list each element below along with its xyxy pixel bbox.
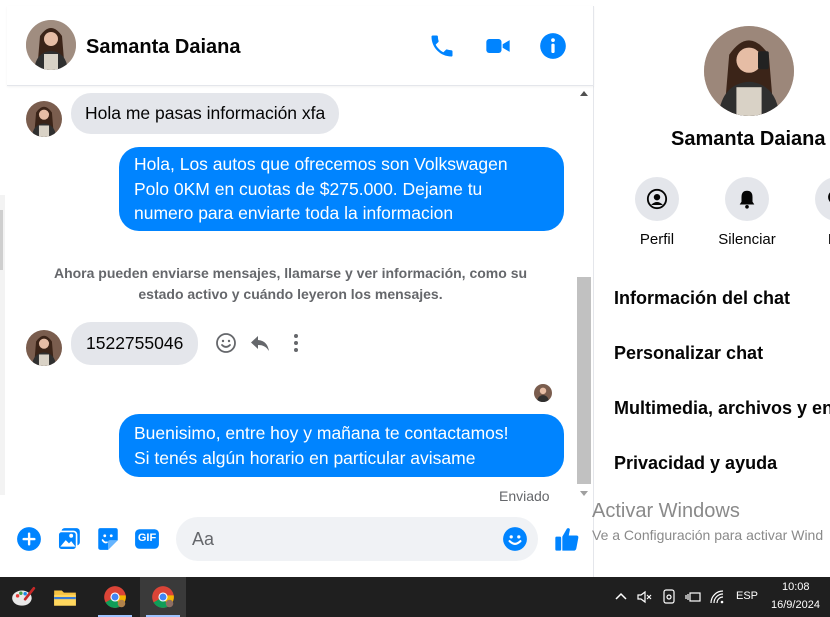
menu-item-chat-info[interactable]: Información del chat [614,288,790,309]
video-icon[interactable] [484,32,512,60]
mute-label: Silenciar [718,231,776,248]
like-icon[interactable] [553,525,581,553]
chat-info-panel: Samanta Daiana Perfil Silenciar Bu Infor… [595,6,830,577]
message-line: Hola, Los autos que ofrecemos son Volksw… [134,154,508,174]
profile-name: Samanta Daiana [671,128,826,150]
outgoing-message[interactable]: Hola, Los autos que ofrecemos son Volksw… [119,147,564,231]
phone-icon[interactable] [428,32,456,60]
composer: GIF [7,506,594,577]
incoming-message[interactable]: 1522755046 [71,322,199,365]
scrollbar[interactable] [576,87,592,502]
image-icon[interactable] [56,526,82,552]
contact-avatar[interactable] [26,20,76,70]
chat-header: Samanta Daiana [7,6,594,86]
paint-app-icon[interactable] [0,577,46,617]
message-line: Buenisimo, entre hoy y mañana te contact… [134,423,509,443]
system-notice: Ahora pueden enviarse mensajes, llamarse… [47,263,534,305]
window-edge-mark [0,210,3,270]
wifi-icon[interactable] [708,588,726,606]
incoming-message[interactable]: Hola me pasas información xfa [71,93,340,134]
message-line: numero para enviarte toda la informacion [134,203,454,223]
message-line: Si tenés algún horario en particular avi… [134,447,476,468]
contact-name[interactable]: Samanta Daiana [86,36,241,59]
scroll-thumb[interactable] [577,277,591,484]
menu-item-customize-chat[interactable]: Personalizar chat [614,343,763,364]
delivery-status: Enviado [499,488,550,502]
gif-label: GIF [137,532,157,544]
sender-avatar[interactable] [26,101,62,137]
language-indicator[interactable]: ESP [736,590,758,602]
menu-item-privacy-help[interactable]: Privacidad y ayuda [614,453,777,474]
volume-muted-icon[interactable] [636,588,654,606]
battery-plug-icon[interactable] [684,588,702,606]
message-line: Polo 0KM en cuotas de $275.000. Dejame t… [134,178,483,199]
react-emoji-icon[interactable] [214,331,238,355]
scroll-down-arrow-icon[interactable] [580,491,588,496]
sender-avatar[interactable] [26,330,62,366]
profile-button[interactable]: Perfil [627,177,687,257]
chat-pane: Samanta Daiana Hola me pasas información… [7,6,594,577]
reply-icon[interactable] [248,331,272,355]
plus-icon[interactable] [16,526,42,552]
screen: Samanta Daiana Hola me pasas información… [0,0,830,617]
clock-time[interactable]: 10:08 [782,581,810,593]
search-label: Bu [807,231,830,248]
outgoing-message[interactable]: Buenisimo, entre hoy y mañana te contact… [119,414,564,477]
profile-avatar[interactable] [704,26,794,116]
file-explorer-icon[interactable] [42,577,88,617]
message-list[interactable]: Hola me pasas información xfa Hola, Los … [7,87,594,502]
message-input[interactable] [176,517,538,561]
system-notice-line: Ahora pueden enviarse mensajes, llamarse… [53,265,528,281]
mute-button[interactable]: Silenciar [717,177,777,257]
profile-label: Perfil [639,231,675,248]
scroll-up-arrow-icon[interactable] [580,91,588,96]
taskbar: ESP 10:08 16/9/2024 [0,577,830,617]
emoji-icon[interactable] [502,526,528,552]
info-icon[interactable] [539,32,567,60]
menu-item-media-files[interactable]: Multimedia, archivos y en [614,398,830,419]
gif-icon[interactable]: GIF [134,526,160,552]
bell-icon [725,177,769,221]
chrome-icon[interactable] [92,577,138,617]
seen-avatar [534,384,552,402]
chrome-profile-icon[interactable] [140,577,186,617]
search-icon [815,177,830,221]
sticker-icon[interactable] [95,526,121,552]
chevron-up-icon[interactable] [612,588,630,606]
activate-windows-subtitle: Ve a Configuración para activar Wind [592,527,824,543]
activate-windows-title: Activar Windows [592,500,740,522]
system-notice-line: estado activo y cuándo leyeron los mensa… [138,286,443,302]
message-actions [212,331,312,357]
profile-icon [635,177,679,221]
search-button[interactable]: Bu [807,177,830,257]
more-options-icon[interactable] [284,331,308,355]
device-icon[interactable] [660,588,678,606]
clock-date[interactable]: 16/9/2024 [771,599,820,611]
